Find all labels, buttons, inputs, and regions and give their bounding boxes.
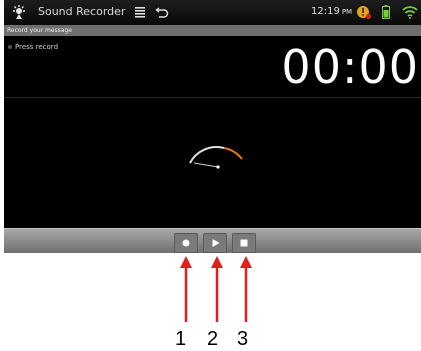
arrow-2 — [211, 256, 223, 322]
state-label: Press record — [8, 43, 58, 51]
app-icon[interactable] — [11, 4, 27, 20]
annotation-label-2: 2 — [207, 328, 219, 350]
menu-icon[interactable] — [134, 6, 146, 18]
annotation-label-1: 1 — [175, 328, 187, 350]
control-bar — [4, 228, 421, 253]
divider — [4, 97, 421, 98]
play-button[interactable] — [203, 233, 227, 253]
arrow-3 — [240, 256, 252, 322]
app-title: Sound Recorder — [38, 5, 126, 18]
stop-button[interactable] — [232, 233, 256, 253]
back-icon[interactable] — [155, 5, 169, 19]
play-icon — [212, 239, 220, 247]
state-indicator-icon — [8, 45, 12, 49]
record-button[interactable] — [174, 233, 198, 253]
subheader: Record your message — [4, 25, 421, 36]
device-screen: Sound Recorder 12:19 PM Record your mess… — [4, 0, 421, 253]
battery-icon — [382, 5, 390, 19]
record-icon — [182, 239, 190, 247]
wifi-icon — [402, 6, 418, 19]
vu-meter-icon — [189, 146, 243, 169]
clock: 12:19 PM — [311, 6, 353, 17]
stop-icon — [240, 239, 248, 247]
arrow-1 — [180, 256, 192, 322]
elapsed-timer: 00:00 — [281, 40, 419, 94]
status-bar: Sound Recorder 12:19 PM — [4, 0, 421, 25]
alert-icon[interactable] — [356, 4, 372, 20]
annotation-label-3: 3 — [237, 328, 249, 350]
